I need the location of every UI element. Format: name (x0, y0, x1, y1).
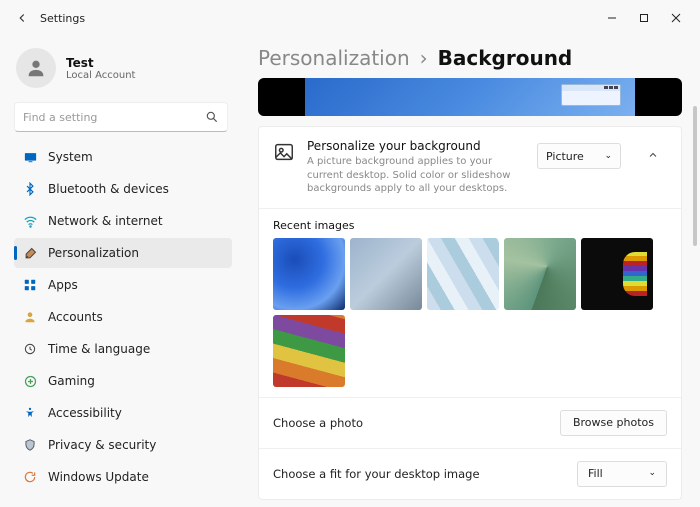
sidebar-item-label: Accessibility (48, 406, 122, 420)
recent-image-thumb[interactable] (581, 238, 653, 310)
apps-icon (22, 277, 38, 293)
recent-images-section: Recent images (259, 209, 681, 398)
sidebar-item-label: Windows Update (48, 470, 149, 484)
chevron-down-icon: ⌄ (604, 152, 612, 161)
recent-image-thumb[interactable] (504, 238, 576, 310)
collapse-button[interactable] (639, 141, 667, 169)
card-title: Personalize your background (307, 139, 525, 153)
choose-fit-label: Choose a fit for your desktop image (273, 467, 480, 481)
sidebar-item-time-language[interactable]: Time & language (14, 334, 232, 364)
recent-image-thumb[interactable] (273, 238, 345, 310)
bluetooth-icon (22, 181, 38, 197)
title-bar: Settings (0, 0, 700, 36)
sidebar-item-privacy[interactable]: Privacy & security (14, 430, 232, 460)
wifi-icon (22, 213, 38, 229)
recent-images-title: Recent images (273, 219, 667, 232)
gaming-icon (22, 373, 38, 389)
breadcrumb-parent[interactable]: Personalization (258, 46, 410, 70)
sidebar-item-system[interactable]: System (14, 142, 232, 172)
back-button[interactable] (8, 4, 36, 32)
shield-icon (22, 437, 38, 453)
sidebar-item-label: System (48, 150, 93, 164)
breadcrumb-sep: › (420, 46, 428, 70)
recent-image-thumb[interactable] (427, 238, 499, 310)
search-icon (205, 110, 219, 124)
display-icon (22, 149, 38, 165)
sidebar-item-label: Apps (48, 278, 78, 292)
background-card: Personalize your background A picture ba… (258, 126, 682, 500)
desktop-preview (258, 78, 682, 116)
sidebar-item-label: Network & internet (48, 214, 163, 228)
breadcrumb: Personalization › Background (258, 46, 682, 70)
app-title: Settings (40, 12, 85, 25)
fit-dropdown[interactable]: Fill ⌄ (577, 461, 667, 487)
recent-image-thumb[interactable] (350, 238, 422, 310)
sidebar-item-label: Bluetooth & devices (48, 182, 169, 196)
maximize-button[interactable] (628, 4, 660, 32)
sidebar-item-update[interactable]: Windows Update (14, 462, 232, 492)
sidebar-item-gaming[interactable]: Gaming (14, 366, 232, 396)
person-icon (22, 309, 38, 325)
sidebar-item-accessibility[interactable]: Accessibility (14, 398, 232, 428)
sidebar-item-network[interactable]: Network & internet (14, 206, 232, 236)
sidebar-item-accounts[interactable]: Accounts (14, 302, 232, 332)
avatar (16, 48, 56, 88)
accessibility-icon (22, 405, 38, 421)
clock-icon (22, 341, 38, 357)
profile-subtitle: Local Account (66, 70, 135, 81)
scrollbar-thumb[interactable] (693, 106, 697, 246)
close-button[interactable] (660, 4, 692, 32)
browse-photos-button[interactable]: Browse photos (560, 410, 667, 436)
sidebar-item-label: Time & language (48, 342, 150, 356)
paintbrush-icon (22, 245, 38, 261)
minimize-button[interactable] (596, 4, 628, 32)
sidebar-item-apps[interactable]: Apps (14, 270, 232, 300)
search-box[interactable] (14, 102, 228, 132)
choose-fit-row: Choose a fit for your desktop image Fill… (259, 449, 681, 499)
content-area: Personalization › Background Personalize… (238, 36, 700, 507)
sidebar-item-personalization[interactable]: Personalization (14, 238, 232, 268)
page-title: Background (438, 46, 573, 70)
background-type-dropdown[interactable]: Picture ⌄ (537, 143, 621, 169)
sidebar-item-label: Accounts (48, 310, 103, 324)
picture-icon (273, 141, 295, 163)
sidebar-item-label: Privacy & security (48, 438, 156, 452)
card-description: A picture background applies to your cur… (307, 155, 525, 196)
nav-list: System Bluetooth & devices Network & int… (14, 142, 232, 492)
chevron-down-icon: ⌄ (648, 469, 656, 478)
dropdown-value: Picture (546, 150, 584, 163)
update-icon (22, 469, 38, 485)
choose-photo-label: Choose a photo (273, 416, 363, 430)
sidebar-item-bluetooth[interactable]: Bluetooth & devices (14, 174, 232, 204)
recent-image-thumb[interactable] (273, 315, 345, 387)
sidebar: Test Local Account System Bluetooth & de… (0, 36, 238, 507)
sidebar-item-label: Gaming (48, 374, 95, 388)
search-input[interactable] (23, 111, 205, 124)
profile-name: Test (66, 56, 135, 70)
sidebar-item-label: Personalization (48, 246, 139, 260)
fit-value: Fill (588, 467, 603, 480)
choose-photo-row: Choose a photo Browse photos (259, 398, 681, 449)
profile-block[interactable]: Test Local Account (16, 48, 230, 88)
